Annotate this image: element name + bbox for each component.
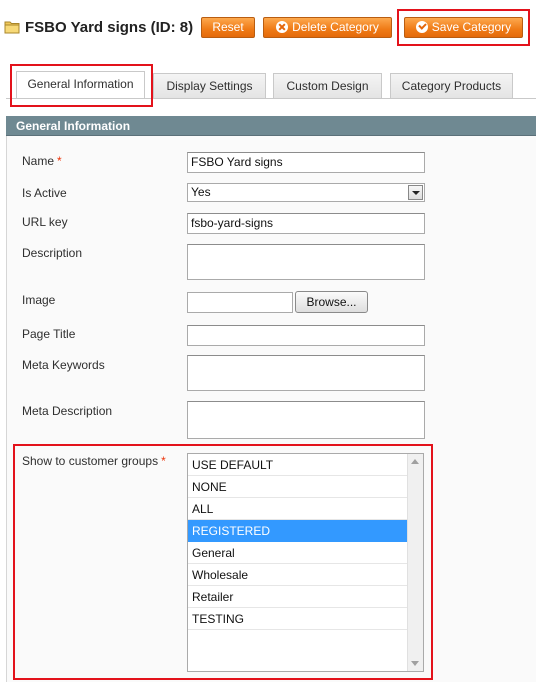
meta-description-textarea[interactable]	[187, 401, 425, 439]
delete-category-button[interactable]: Delete Category	[263, 17, 392, 38]
option-registered[interactable]: REGISTERED	[188, 520, 407, 542]
tab-highlight-box	[10, 64, 153, 107]
url-key-label: URL key	[22, 215, 68, 229]
tab-category-products[interactable]: Category Products	[390, 73, 513, 98]
image-file-input[interactable]	[187, 292, 293, 313]
option-retailer[interactable]: Retailer	[188, 586, 407, 608]
scrollbar[interactable]	[407, 454, 423, 671]
customer-groups-label: Show to customer groups *	[22, 454, 166, 468]
checkmark-icon	[415, 21, 428, 33]
name-input[interactable]: FSBO Yard signs	[187, 152, 425, 173]
page-title-input[interactable]	[187, 325, 425, 346]
meta-description-label: Meta Description	[22, 404, 113, 418]
folder-icon	[4, 21, 20, 34]
delete-button-label: Delete Category	[292, 20, 379, 34]
chevron-down-icon[interactable]	[408, 185, 423, 200]
customer-groups-multiselect[interactable]: USE DEFAULT NONE ALL REGISTERED General …	[187, 453, 424, 672]
is-active-label: Is Active	[22, 186, 67, 200]
tab-display-settings[interactable]: Display Settings	[153, 73, 266, 98]
is-active-select[interactable]: Yes	[187, 183, 425, 202]
description-textarea[interactable]	[187, 244, 425, 280]
scroll-up-icon[interactable]	[411, 459, 419, 464]
tab-custom-design[interactable]: Custom Design	[273, 73, 382, 98]
is-active-value: Yes	[191, 185, 211, 199]
meta-keywords-textarea[interactable]	[187, 355, 425, 391]
meta-keywords-label: Meta Keywords	[22, 358, 105, 372]
scroll-down-icon[interactable]	[411, 661, 419, 666]
name-label: Name *	[22, 154, 62, 168]
save-category-button[interactable]: Save Category	[404, 17, 523, 38]
option-none[interactable]: NONE	[188, 476, 407, 498]
page-title-label: Page Title	[22, 327, 76, 341]
option-testing[interactable]: TESTING	[188, 608, 407, 630]
page-title: FSBO Yard signs (ID: 8)	[25, 19, 194, 36]
reset-button-label: Reset	[212, 20, 244, 34]
section-header: General Information	[6, 116, 536, 136]
option-general[interactable]: General	[188, 542, 407, 564]
option-wholesale[interactable]: Wholesale	[188, 564, 407, 586]
save-button-label: Save Category	[431, 20, 512, 34]
option-all[interactable]: ALL	[188, 498, 407, 520]
browse-button[interactable]: Browse...	[295, 291, 368, 313]
description-label: Description	[22, 246, 83, 260]
url-key-input[interactable]: fsbo-yard-signs	[187, 213, 425, 234]
image-label: Image	[22, 293, 56, 307]
delete-icon	[276, 21, 289, 33]
reset-button[interactable]: Reset	[201, 17, 255, 38]
option-use-default[interactable]: USE DEFAULT	[188, 454, 407, 476]
